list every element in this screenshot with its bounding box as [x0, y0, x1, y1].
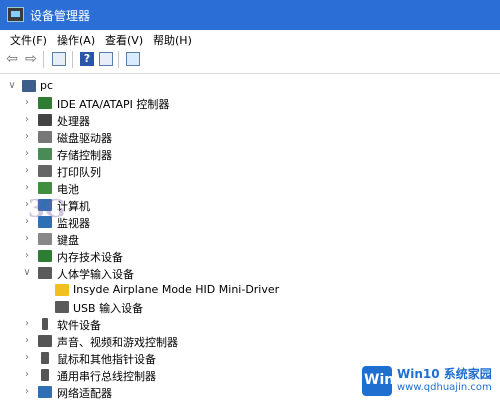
software-device-icon — [42, 318, 48, 330]
mouse-icon — [41, 352, 49, 364]
chevron-right-icon[interactable]: › — [21, 113, 33, 127]
tree-item-label: USB 输入设备 — [73, 302, 144, 315]
watermark: 3G — [22, 190, 132, 226]
tree-item-disk-drives[interactable]: › 磁盘驱动器 — [0, 129, 500, 146]
speaker-icon — [38, 335, 52, 347]
scan-hardware-monitor-icon[interactable] — [126, 52, 140, 66]
chevron-right-icon[interactable]: › — [21, 334, 33, 348]
toolbar-separator — [72, 51, 73, 68]
logo-url: www.qdhuajin.com — [397, 382, 492, 393]
tree-item-label: 存储控制器 — [57, 149, 112, 162]
storage-controller-icon — [38, 148, 52, 160]
memory-device-icon — [38, 250, 52, 262]
tree-item-label: 键盘 — [57, 234, 79, 247]
tree-item-label: 软件设备 — [57, 319, 101, 332]
tree-item-label: 声音、视频和游戏控制器 — [57, 336, 178, 349]
chevron-right-icon[interactable]: › — [21, 130, 33, 144]
forward-arrow-icon[interactable]: ⇨ — [24, 52, 38, 66]
tree-item-keyboards[interactable]: › 键盘 — [0, 231, 500, 248]
device-tree: ∨ pc › IDE ATA/ATAPI 控制器 › 处理器 › 磁盘驱动器 ›… — [0, 74, 500, 401]
tree-item-ide[interactable]: › IDE ATA/ATAPI 控制器 — [0, 95, 500, 112]
chevron-right-icon[interactable]: › — [21, 96, 33, 110]
watermark-text: 3G — [28, 194, 66, 223]
logo-title: Win10 系统家园 — [397, 367, 492, 381]
hid-device-icon — [38, 267, 52, 279]
site-logo: Win10 Win10 系统家园 www.qdhuajin.com — [362, 364, 494, 397]
tree-root[interactable]: ∨ pc — [0, 78, 500, 95]
chevron-right-icon[interactable]: › — [21, 351, 33, 365]
processor-icon — [38, 114, 52, 126]
tree-item-processor[interactable]: › 处理器 — [0, 112, 500, 129]
tree-item-software-devices[interactable]: › 软件设备 — [0, 316, 500, 333]
tree-item-label: 通用串行总线控制器 — [57, 370, 156, 383]
disk-drive-icon — [38, 131, 52, 143]
tree-item-label: 磁盘驱动器 — [57, 132, 112, 145]
properties-icon[interactable] — [99, 52, 113, 66]
menu-file[interactable]: 文件(F) — [10, 32, 47, 48]
tree-item-memory-technology[interactable]: › 内存技术设备 — [0, 248, 500, 265]
chevron-right-icon[interactable]: › — [21, 232, 33, 246]
tree-child-airplane-mode[interactable]: Insyde Airplane Mode HID Mini-Driver — [0, 282, 500, 299]
title-bar: 设备管理器 — [0, 0, 500, 30]
tree-item-label: 网络适配器 — [57, 387, 112, 400]
back-arrow-icon[interactable]: ⇦ — [5, 52, 19, 66]
chevron-down-icon[interactable]: ∨ — [21, 266, 33, 280]
chevron-right-icon[interactable]: › — [21, 164, 33, 178]
device-manager-icon — [7, 7, 24, 22]
chevron-right-icon[interactable]: › — [21, 249, 33, 263]
window-title: 设备管理器 — [30, 9, 91, 23]
keyboard-icon — [38, 233, 52, 245]
chevron-right-icon[interactable]: › — [21, 385, 33, 399]
tree-item-label: 人体学输入设备 — [57, 268, 134, 281]
chevron-right-icon[interactable]: › — [21, 147, 33, 161]
usb-icon — [41, 369, 49, 381]
tree-item-label: 内存技术设备 — [57, 251, 123, 264]
menu-help[interactable]: 帮助(H) — [153, 32, 192, 48]
tree-item-hid[interactable]: ∨ 人体学输入设备 — [0, 265, 500, 282]
tree-item-storage-controllers[interactable]: › 存储控制器 — [0, 146, 500, 163]
tree-item-print-queues[interactable]: › 打印队列 — [0, 163, 500, 180]
logo-mark: Win10 — [362, 366, 414, 396]
menu-bar: 文件(F) 操作(A) 查看(V) 帮助(H) — [0, 30, 500, 47]
menu-view[interactable]: 查看(V) — [105, 32, 143, 48]
show-hide-console-tree-icon[interactable] — [52, 52, 66, 66]
toolbar-separator — [118, 51, 119, 68]
tree-item-label: Insyde Airplane Mode HID Mini-Driver — [73, 283, 280, 296]
tree-item-sound-video[interactable]: › 声音、视频和游戏控制器 — [0, 333, 500, 350]
printer-icon — [38, 165, 52, 177]
computer-icon — [22, 80, 36, 92]
ide-controller-icon — [38, 97, 52, 109]
network-adapter-icon — [38, 386, 52, 398]
menu-action[interactable]: 操作(A) — [57, 32, 95, 48]
warning-device-icon — [55, 284, 69, 296]
toolbar: ⇦ ⇨ ? — [0, 47, 500, 74]
chevron-down-icon[interactable]: ∨ — [6, 79, 18, 93]
tree-root-label: pc — [40, 79, 54, 92]
chevron-right-icon[interactable]: › — [21, 317, 33, 331]
tree-item-label: 处理器 — [57, 115, 90, 128]
help-icon[interactable]: ? — [80, 52, 94, 66]
hid-device-icon — [55, 301, 69, 313]
tree-item-label: 鼠标和其他指针设备 — [57, 353, 156, 366]
tree-item-label: IDE ATA/ATAPI 控制器 — [57, 98, 170, 111]
chevron-right-icon[interactable]: › — [21, 368, 33, 382]
toolbar-separator — [43, 51, 44, 68]
tree-child-usb-input[interactable]: USB 输入设备 — [0, 299, 500, 316]
tree-item-label: 打印队列 — [57, 166, 101, 179]
